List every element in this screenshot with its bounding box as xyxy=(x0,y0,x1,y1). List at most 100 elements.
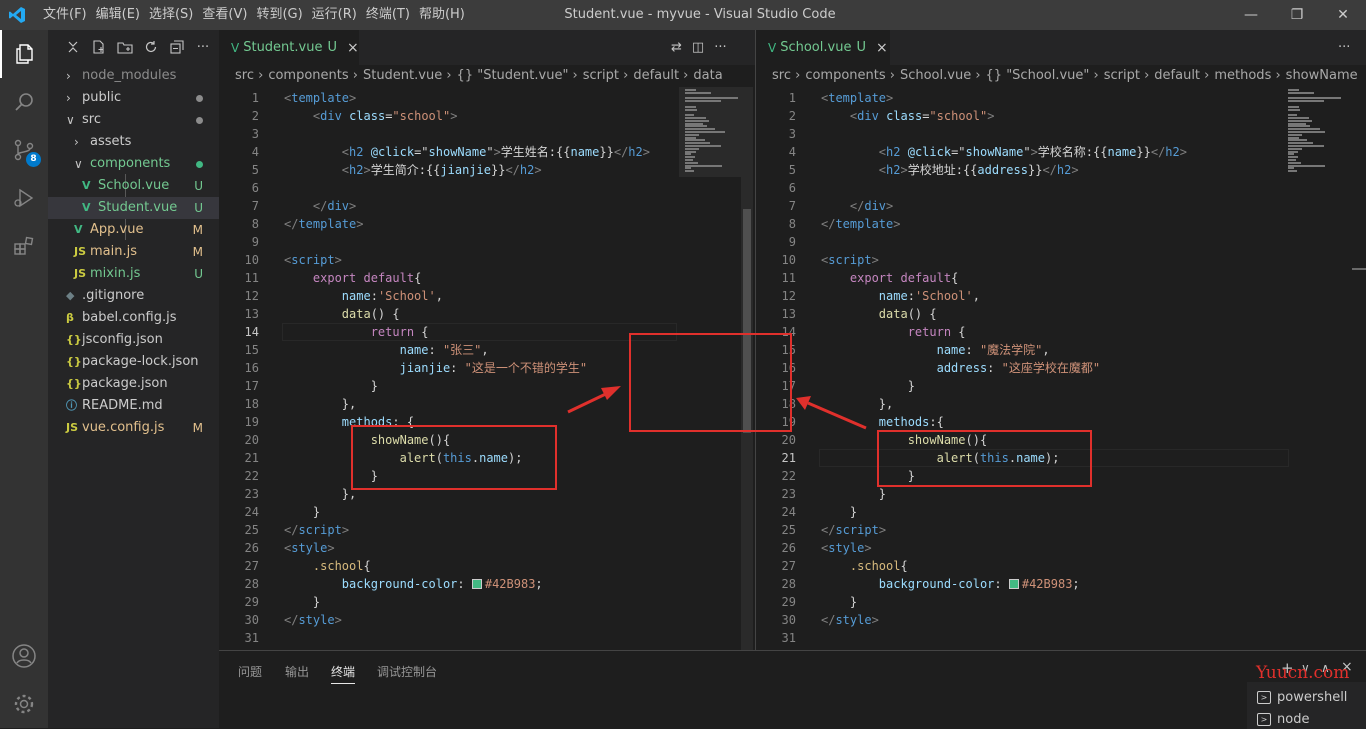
extensions-icon[interactable] xyxy=(0,222,48,270)
more-actions-icon[interactable]: ··· xyxy=(1338,40,1350,55)
color-swatch-icon[interactable] xyxy=(1008,579,1019,589)
code-line[interactable]: <h2 @click="showName">学生姓名:{{name}}</h2> xyxy=(284,143,650,161)
chevron-down-icon[interactable]: ∨ xyxy=(66,109,75,131)
breadcrumb-item[interactable]: data xyxy=(693,68,722,83)
code-line[interactable]: <h2>学校地址:{{address}}</h2> xyxy=(821,161,1079,179)
tree-folder[interactable]: ∨ src xyxy=(48,109,219,131)
breadcrumb-item[interactable]: default › xyxy=(1154,68,1209,83)
collapse-folders-icon[interactable] xyxy=(168,38,186,56)
chevron-right-icon[interactable]: › xyxy=(66,65,71,87)
code-line[interactable]: </script> xyxy=(821,521,886,539)
compare-changes-icon[interactable]: ⇄ xyxy=(671,40,682,55)
close-tab-icon[interactable]: × xyxy=(347,40,359,56)
more-actions-icon[interactable]: ··· xyxy=(194,38,212,56)
menu-go[interactable]: 转到(G) xyxy=(256,0,311,30)
minimap[interactable] xyxy=(1282,87,1344,177)
code-line[interactable]: </div> xyxy=(284,197,356,215)
breadcrumb-item[interactable]: Student.vue › xyxy=(363,68,452,83)
tree-file[interactable]: JS vue.config.js M xyxy=(48,417,219,439)
tab-output[interactable]: 输出 xyxy=(285,663,309,680)
source-control-icon[interactable]: 8 xyxy=(0,126,48,174)
code-line[interactable]: </template> xyxy=(284,215,363,233)
code-line[interactable]: methods:{ xyxy=(821,413,944,431)
menu-file[interactable]: 文件(F) xyxy=(43,0,96,30)
tree-folder[interactable]: › public xyxy=(48,87,219,109)
code-line[interactable]: }, xyxy=(284,485,356,503)
breadcrumb-item[interactable]: src › xyxy=(772,68,800,83)
code-line[interactable]: </style> xyxy=(284,611,342,629)
menu-run[interactable]: 运行(R) xyxy=(312,0,366,30)
code-line[interactable]: <script> xyxy=(284,251,342,269)
code-line[interactable]: </div> xyxy=(821,197,893,215)
breadcrumb-item[interactable]: methods › xyxy=(1214,68,1280,83)
tree-file[interactable]: ◆ .gitignore xyxy=(48,285,219,307)
code-line[interactable]: export default{ xyxy=(284,269,421,287)
code-line[interactable]: data() { xyxy=(284,305,400,323)
account-icon[interactable] xyxy=(0,632,48,680)
code-line[interactable]: <h2 @click="showName">学校名称:{{name}}</h2> xyxy=(821,143,1187,161)
code-line[interactable]: }, xyxy=(821,395,893,413)
breadcrumb-item[interactable]: {} "School.vue" › xyxy=(986,68,1099,83)
code-line[interactable]: </script> xyxy=(284,521,349,539)
code-line[interactable]: <div class="school"> xyxy=(284,107,458,125)
menu-edit[interactable]: 编辑(E) xyxy=(96,0,149,30)
tree-folder[interactable]: ∨ components xyxy=(48,153,219,175)
tree-file[interactable]: V App.vue M xyxy=(48,219,219,241)
code-line[interactable]: name: "魔法学院", xyxy=(821,341,1050,359)
chevron-down-icon[interactable]: ∨ xyxy=(74,153,83,175)
menu-view[interactable]: 查看(V) xyxy=(202,0,256,30)
code-line[interactable]: <script> xyxy=(821,251,879,269)
menu-selection[interactable]: 选择(S) xyxy=(149,0,202,30)
code-line[interactable]: jianjie: "这是一个不错的学生" xyxy=(284,359,587,377)
tree-file[interactable]: {} package.json xyxy=(48,373,219,395)
code-line[interactable]: return { xyxy=(821,323,966,341)
tree-file[interactable]: V Student.vue U xyxy=(48,197,219,219)
code-line[interactable]: } xyxy=(284,503,320,521)
search-icon[interactable] xyxy=(0,78,48,126)
code-line[interactable]: <h2>学生简介:{{jianjie}}</h2> xyxy=(284,161,542,179)
tree-file[interactable]: V School.vue U xyxy=(48,175,219,197)
code-line[interactable]: name:'School', xyxy=(284,287,443,305)
code-line[interactable]: }, xyxy=(284,395,356,413)
tree-file[interactable]: β babel.config.js xyxy=(48,307,219,329)
code-line[interactable]: return { xyxy=(284,323,429,341)
menu-terminal[interactable]: 终端(T) xyxy=(366,0,419,30)
code-line[interactable]: export default{ xyxy=(821,269,958,287)
code-line[interactable]: } xyxy=(284,593,320,611)
code-line[interactable]: .school{ xyxy=(284,557,371,575)
close-window-button[interactable]: ✕ xyxy=(1320,0,1366,30)
breadcrumb-item[interactable]: components › xyxy=(805,68,895,83)
breadcrumb-item[interactable]: components › xyxy=(268,68,358,83)
code-line[interactable]: } xyxy=(821,485,886,503)
breadcrumb-item[interactable]: School.vue › xyxy=(900,68,981,83)
breadcrumb-item[interactable]: {} "Student.vue" › xyxy=(457,68,578,83)
breadcrumb-item[interactable]: script › xyxy=(1104,68,1150,83)
terminal-item-powershell[interactable]: > powershell xyxy=(1257,690,1347,705)
more-actions-icon[interactable]: ··· xyxy=(714,40,726,55)
minimap[interactable] xyxy=(679,87,741,177)
code-area[interactable]: 1 <template> 2 <div class="school"> 3 4 <h2 … xyxy=(756,87,1366,650)
code-line[interactable]: <style> xyxy=(284,539,335,557)
menu-help[interactable]: 帮助(H) xyxy=(419,0,474,30)
code-line[interactable]: name: "张三", xyxy=(284,341,489,359)
code-line[interactable]: background-color: #42B983; xyxy=(821,575,1080,593)
code-line[interactable]: background-color: #42B983; xyxy=(284,575,543,593)
tree-folder[interactable]: › node_modules xyxy=(48,65,219,87)
tab-school-vue[interactable]: V School.vue U × xyxy=(756,30,890,65)
new-folder-icon[interactable] xyxy=(116,38,134,56)
code-line[interactable]: data() { xyxy=(821,305,937,323)
code-line[interactable]: <template> xyxy=(821,89,893,107)
breadcrumb-item[interactable]: showName xyxy=(1286,68,1358,83)
terminal-item-node[interactable]: > node xyxy=(1257,712,1309,727)
code-line[interactable]: } xyxy=(821,503,857,521)
split-editor-icon[interactable]: ◫ xyxy=(692,40,704,55)
collapse-tree-icon[interactable] xyxy=(64,38,82,56)
tree-folder[interactable]: › assets xyxy=(48,131,219,153)
explorer-icon[interactable] xyxy=(0,30,48,78)
chevron-right-icon[interactable]: › xyxy=(66,87,71,109)
code-line[interactable]: </style> xyxy=(821,611,879,629)
code-line[interactable]: address: "这座学校在魔都" xyxy=(821,359,1100,377)
code-line[interactable]: } xyxy=(284,377,378,395)
tree-file[interactable]: ⓘ README.md xyxy=(48,395,219,417)
tab-student-vue[interactable]: V Student.vue U × xyxy=(219,30,359,65)
